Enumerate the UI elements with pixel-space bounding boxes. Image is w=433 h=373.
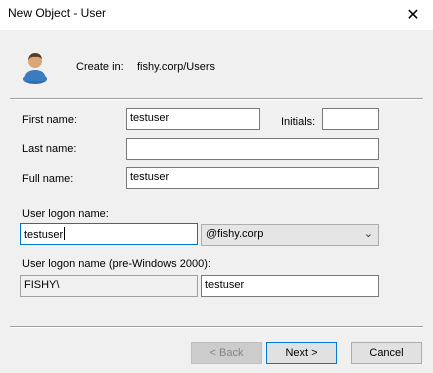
domain-value: @fishy.corp (206, 228, 264, 240)
create-in-value: fishy.corp/Users (137, 61, 216, 73)
user-icon (23, 53, 47, 84)
pre2000-logon-field[interactable]: testuser (201, 275, 379, 297)
domain-select[interactable]: @fishy.corp ⌄ (201, 224, 379, 246)
initials-label: Initials: (281, 116, 316, 128)
window-title: New Object - User (8, 6, 107, 20)
last-name-label: Last name: (22, 143, 77, 155)
back-button[interactable]: < Back (191, 342, 262, 364)
pre2000-label: User logon name (pre-Windows 2000): (22, 258, 211, 270)
first-name-label: First name: (22, 114, 78, 126)
title-bar: New Object - User ✕ (0, 0, 433, 30)
last-name-field[interactable] (126, 138, 379, 160)
close-button[interactable]: ✕ (393, 0, 433, 30)
create-in-label: Create in: (76, 61, 124, 73)
close-icon: ✕ (406, 7, 420, 24)
bottom-divider-highlight (10, 327, 423, 328)
first-name-field[interactable]: testuser (126, 108, 260, 130)
logon-name-field[interactable]: testuser (20, 223, 198, 245)
full-name-field[interactable]: testuser (126, 167, 379, 189)
logon-name-label: User logon name: (22, 208, 109, 220)
full-name-label: Full name: (22, 173, 74, 185)
next-button[interactable]: Next > (266, 342, 337, 364)
chevron-down-icon: ⌄ (363, 228, 373, 240)
cancel-button[interactable]: Cancel (351, 342, 422, 364)
divider-highlight (10, 99, 423, 100)
initials-field[interactable] (322, 108, 379, 130)
pre2000-domain-field: FISHY\ (20, 275, 198, 297)
logon-name-value: testuser (24, 229, 64, 241)
text-cursor (64, 227, 66, 240)
